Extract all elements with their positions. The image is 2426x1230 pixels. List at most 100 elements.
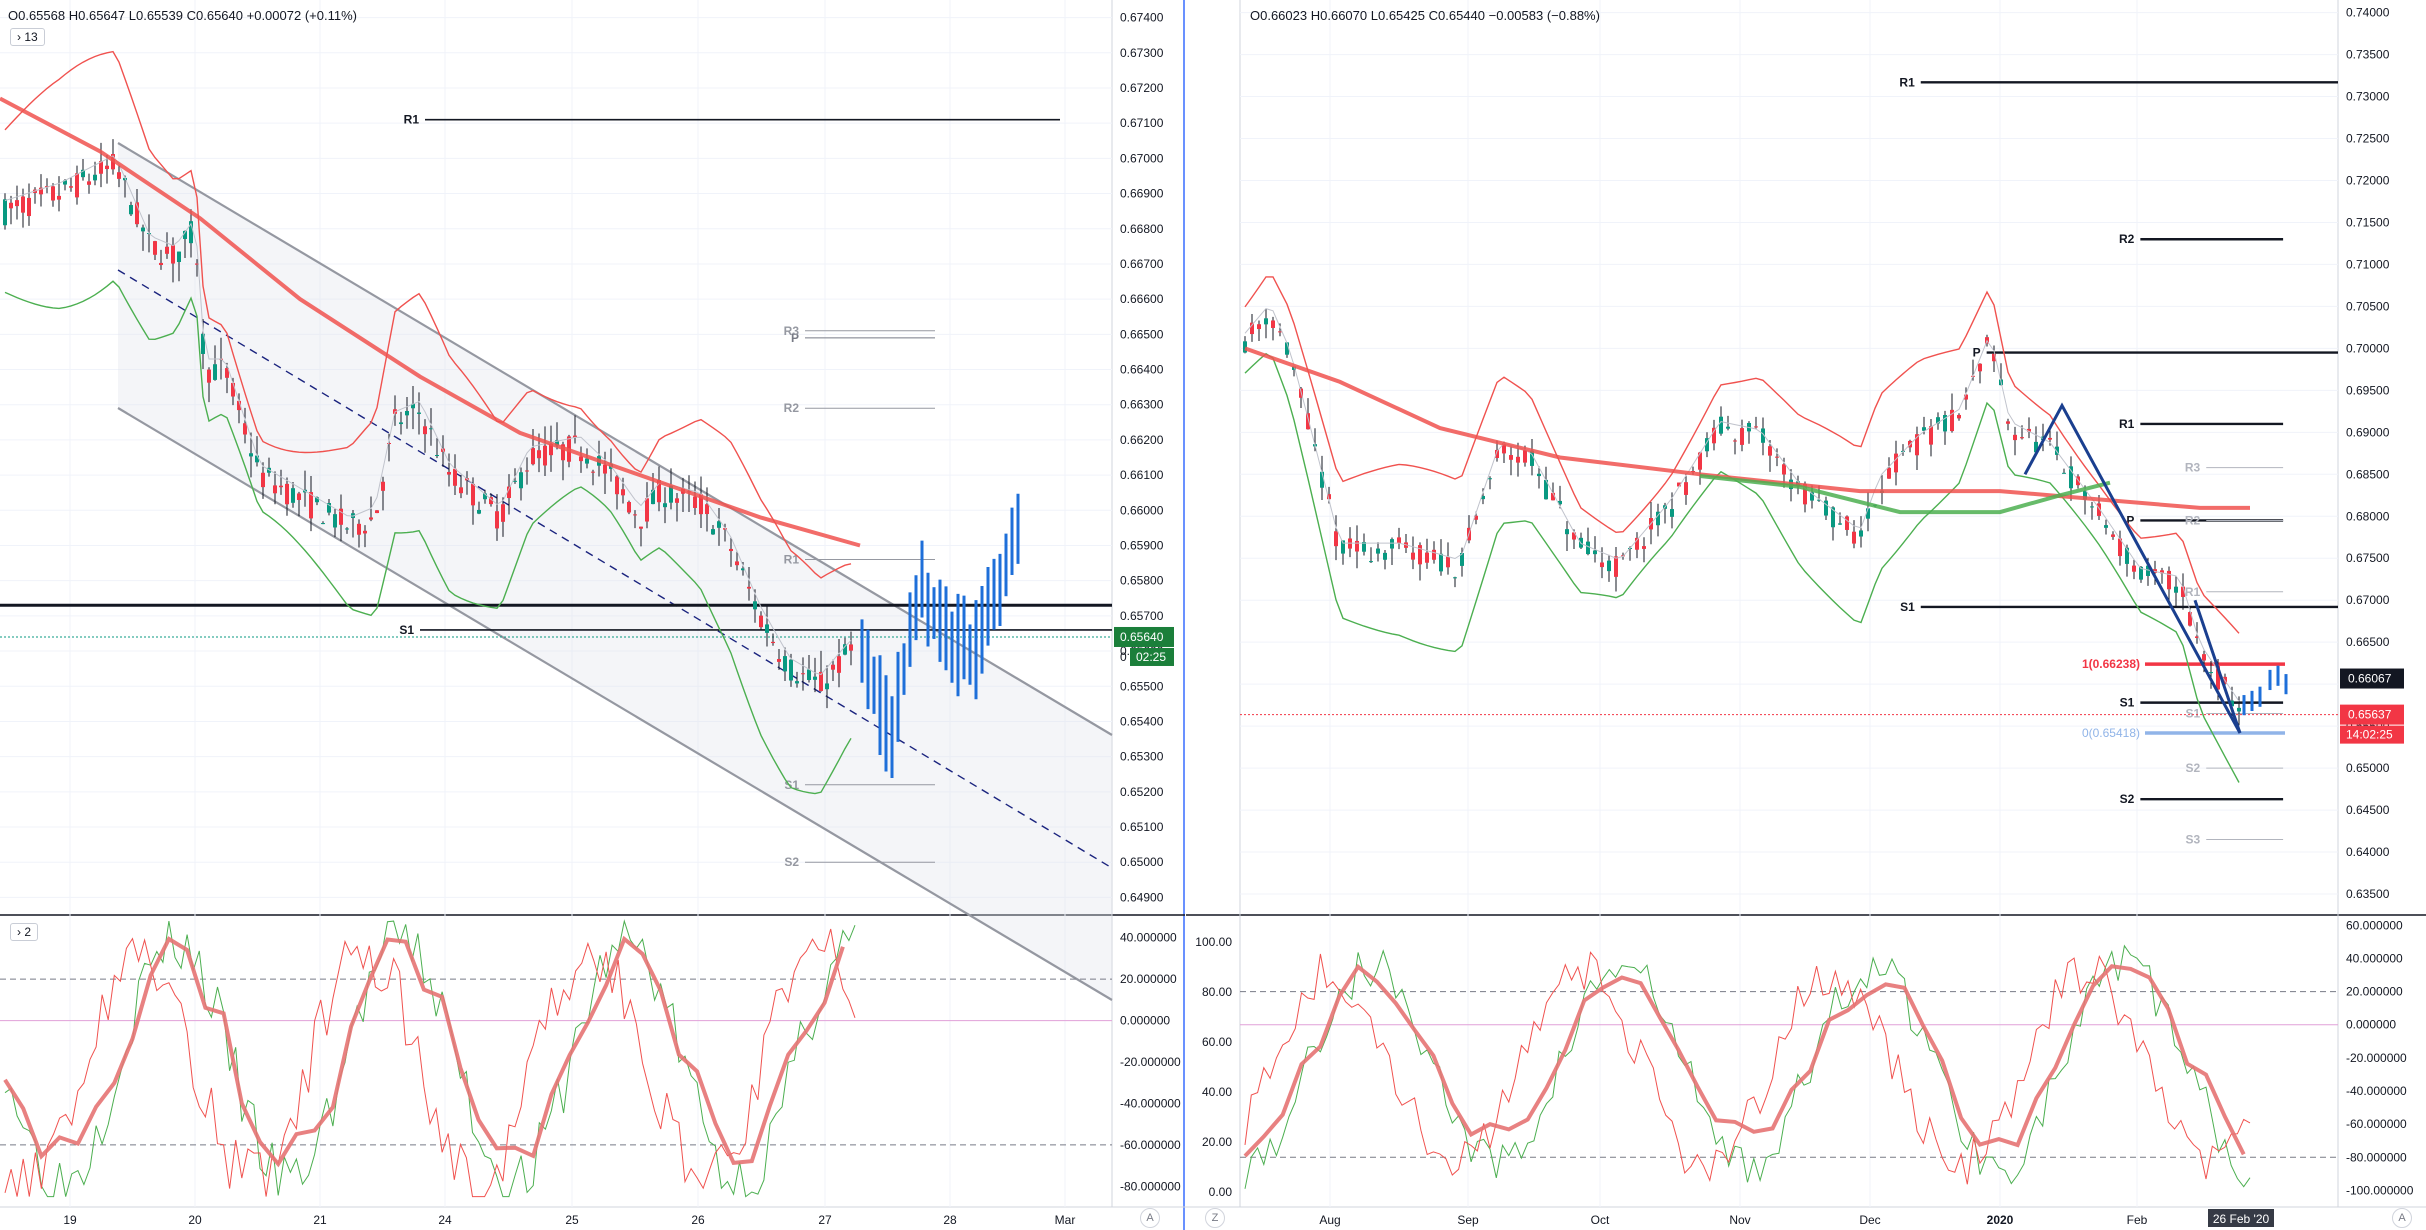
right-y-tick-label: 0.72500 (2346, 132, 2390, 146)
left-x-tick-label: 25 (565, 1213, 579, 1227)
candle-body (531, 448, 535, 465)
right-x-tick-label: Feb (2127, 1213, 2148, 1227)
candle-body (129, 205, 133, 215)
candle-body (1712, 427, 1716, 444)
candle-body (2125, 547, 2129, 564)
candle-body (51, 186, 55, 201)
candle-body (177, 251, 181, 263)
candle-body (453, 468, 457, 486)
candle-body (693, 496, 697, 508)
candle-body (2174, 586, 2178, 593)
left-osc-tick-label: -80.000000 (1120, 1179, 1181, 1193)
left-oscillator (0, 919, 1112, 1198)
pivot-label: S2 (2186, 761, 2201, 775)
candle-body (1355, 540, 1359, 552)
left-x-tick-label: Mar (1055, 1213, 1076, 1227)
candle-body (579, 456, 583, 462)
pivot-label: R1 (404, 113, 420, 127)
candle-body (1887, 467, 1891, 479)
right-high: H0.66070 (1310, 8, 1368, 23)
left-osc-tick-label: -20.000000 (1120, 1055, 1181, 1069)
left-osc-toggle[interactable]: › 2 (10, 923, 39, 941)
candle-body (729, 548, 733, 552)
right-y-tick-label: 0.73500 (2346, 48, 2390, 62)
left-y-tick-label: 0.64900 (1120, 890, 1164, 904)
candle-body (2132, 565, 2136, 572)
right-y-tick-label: 0.69500 (2346, 383, 2390, 397)
candle-body (831, 664, 835, 670)
left-indicators-toggle[interactable]: › 13 (10, 28, 45, 46)
left-y-tick-label: 0.65000 (1120, 855, 1164, 869)
candle-body (471, 483, 475, 506)
left-open: O0.65568 (8, 8, 66, 23)
candle-body (261, 472, 265, 488)
left-x-tick-label: 19 (63, 1213, 77, 1227)
candle-body (153, 241, 157, 255)
candle-body (1845, 516, 1849, 530)
chevron-right-icon: › (17, 925, 21, 939)
left-osc-count: 2 (24, 925, 32, 939)
candle-body (777, 659, 781, 662)
candle-body (321, 523, 325, 525)
right-price-tag-b-text: 0.65637 (2348, 708, 2392, 722)
candle-body (495, 511, 499, 529)
right-x-tick-label: Oct (1591, 1213, 1610, 1227)
left-osc-tick-label: 0.000000 (1120, 1014, 1170, 1028)
candle-body (3, 199, 7, 226)
candle-body (117, 172, 121, 179)
candle-body (399, 422, 403, 425)
date-crosshair-text: 26 Feb '20 (2213, 1212, 2270, 1226)
candle-body (645, 498, 649, 522)
left-x-tick-label: 24 (438, 1213, 452, 1227)
pivot-label: R1 (1899, 75, 1915, 89)
candle-body (1593, 550, 1597, 555)
candle-body (1264, 318, 1268, 325)
right-y-tick-label: 0.65000 (2346, 761, 2390, 775)
candle-body (405, 410, 409, 416)
pivot-label: R2 (784, 401, 800, 415)
left-low: L0.65539 (128, 8, 183, 23)
candle-body (141, 227, 145, 232)
candle-body (423, 426, 427, 435)
right-change: −0.00583 (−0.88%) (1488, 8, 1600, 23)
candle-body (1516, 456, 1520, 463)
candle-body (363, 530, 367, 534)
right-y-tick-label: 0.64000 (2346, 845, 2390, 859)
candle-body (603, 464, 607, 474)
candle-body (1306, 413, 1310, 430)
candle-body (1390, 539, 1394, 549)
chart-canvas[interactable]: 0.67400 0.67300 0.67200 0.67100 0.67000 0.669… (0, 0, 2426, 1230)
right-ohlc-readout: O0.66023 H0.66070 L0.65425 C0.65440 −0.0… (1250, 8, 1600, 23)
candle-body (639, 526, 643, 529)
left-y-tick-label: 0.66500 (1120, 327, 1164, 341)
candle-body (2202, 654, 2206, 661)
candle-body (1369, 561, 1373, 563)
candle-body (21, 196, 25, 213)
candle-body (1453, 577, 1457, 579)
right-open: O0.66023 (1250, 8, 1308, 23)
candle-body (747, 586, 751, 589)
right-y-tick-label: 0.73000 (2346, 90, 2390, 104)
right-osc-left-tick-label: 60.00 (1202, 1035, 1232, 1049)
candle-body (207, 369, 211, 383)
candle-body (2209, 672, 2213, 674)
candle-body (1740, 428, 1744, 445)
auto-scale-left-button[interactable]: A (1140, 1208, 1160, 1228)
candle-body (813, 676, 817, 680)
candle-body (1425, 552, 1429, 563)
candle-body (1782, 464, 1786, 475)
left-change: +0.00072 (+0.11%) (246, 8, 357, 23)
zoom-corner-button[interactable]: Z (1205, 1208, 1225, 1228)
candle-body (285, 483, 289, 505)
candle-body (1488, 478, 1492, 480)
candle-body (1565, 529, 1569, 535)
candle-body (435, 455, 439, 457)
pivot-label: S2 (784, 855, 799, 869)
pivot-label: R2 (2119, 232, 2135, 246)
left-price-tag-text: 0.65640 (1120, 630, 1164, 644)
candle-body (771, 641, 775, 644)
candle-body (231, 382, 235, 397)
auto-scale-right-button[interactable]: A (2392, 1208, 2412, 1228)
candle-body (93, 174, 97, 181)
candle-body (27, 197, 31, 217)
